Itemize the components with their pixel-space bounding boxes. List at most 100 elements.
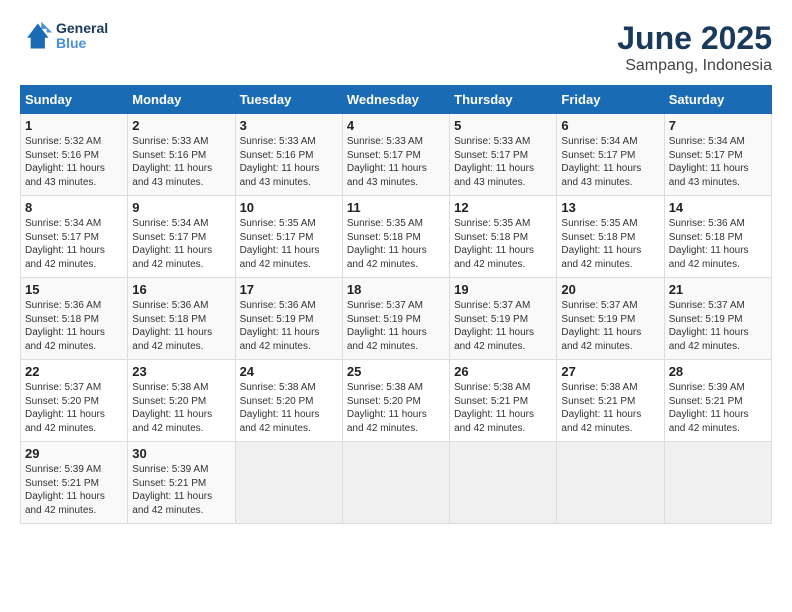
title-area: June 2025 Sampang, Indonesia [617, 20, 772, 75]
cell-info: Sunrise: 5:36 AMSunset: 5:19 PMDaylight:… [240, 300, 320, 352]
cell-info: Sunrise: 5:34 AMSunset: 5:17 PMDaylight:… [669, 136, 749, 188]
day-number: 11 [347, 200, 445, 215]
calendar-row-1: 1 Sunrise: 5:32 AMSunset: 5:16 PMDaylight… [21, 114, 772, 196]
calendar-cell-day-22: 22Sunrise: 5:37 AMSunset: 5:20 PMDayligh… [21, 360, 128, 442]
calendar-title: June 2025 [617, 20, 772, 57]
calendar-row-5: 29 Sunrise: 5:39 AMSunset: 5:21 PMDayligh… [21, 442, 772, 524]
calendar-cell-day-4: 4 Sunrise: 5:33 AMSunset: 5:17 PMDaylight… [342, 114, 449, 196]
header-tuesday: Tuesday [235, 86, 342, 114]
calendar-cell-empty [235, 442, 342, 524]
cell-info: Sunrise: 5:39 AMSunset: 5:21 PMDaylight:… [25, 464, 105, 516]
cell-info: Sunrise: 5:34 AMSunset: 5:17 PMDaylight:… [132, 218, 212, 270]
calendar-cell-day-5: 5 Sunrise: 5:33 AMSunset: 5:17 PMDaylight… [450, 114, 557, 196]
header-saturday: Saturday [664, 86, 771, 114]
day-number: 20 [561, 282, 659, 297]
day-number: 8 [25, 200, 123, 215]
day-number: 26 [454, 364, 552, 379]
calendar-cell-day-26: 26 Sunrise: 5:38 AMSunset: 5:21 PMDayligh… [450, 360, 557, 442]
logo-text: General Blue [56, 21, 108, 52]
logo-line1: General [56, 21, 108, 36]
calendar-cell-empty [450, 442, 557, 524]
calendar-cell-day-12: 12Sunrise: 5:35 AMSunset: 5:18 PMDayligh… [450, 196, 557, 278]
day-number: 7 [669, 118, 767, 133]
header-wednesday: Wednesday [342, 86, 449, 114]
calendar-cell-day-1: 1 Sunrise: 5:32 AMSunset: 5:16 PMDaylight… [21, 114, 128, 196]
day-number: 3 [240, 118, 338, 133]
cell-info: Sunrise: 5:38 AMSunset: 5:21 PMDaylight:… [561, 382, 641, 434]
day-number: 1 [25, 118, 123, 133]
day-number: 18 [347, 282, 445, 297]
header: General Blue June 2025 Sampang, Indonesi… [20, 20, 772, 75]
cell-info: Sunrise: 5:33 AMSunset: 5:16 PMDaylight:… [132, 136, 212, 188]
day-number: 2 [132, 118, 230, 133]
day-number: 6 [561, 118, 659, 133]
logo: General Blue [20, 20, 108, 52]
cell-info: Sunrise: 5:37 AMSunset: 5:20 PMDaylight:… [25, 382, 105, 434]
calendar-cell-day-9: 9 Sunrise: 5:34 AMSunset: 5:17 PMDaylight… [128, 196, 235, 278]
calendar-cell-day-20: 20 Sunrise: 5:37 AMSunset: 5:19 PMDayligh… [557, 278, 664, 360]
calendar-cell-day-28: 28 Sunrise: 5:39 AMSunset: 5:21 PMDayligh… [664, 360, 771, 442]
calendar-cell-day-3: 3 Sunrise: 5:33 AMSunset: 5:16 PMDaylight… [235, 114, 342, 196]
day-number: 24 [240, 364, 338, 379]
cell-info: Sunrise: 5:37 AMSunset: 5:19 PMDaylight:… [561, 300, 641, 352]
cell-info: Sunrise: 5:38 AMSunset: 5:21 PMDaylight:… [454, 382, 534, 434]
calendar-cell-day-23: 23 Sunrise: 5:38 AMSunset: 5:20 PMDayligh… [128, 360, 235, 442]
day-number: 29 [25, 446, 123, 461]
day-number: 9 [132, 200, 230, 215]
cell-info: Sunrise: 5:34 AMSunset: 5:17 PMDaylight:… [561, 136, 641, 188]
day-number: 25 [347, 364, 445, 379]
calendar-cell-day-11: 11Sunrise: 5:35 AMSunset: 5:18 PMDayligh… [342, 196, 449, 278]
cell-info: Sunrise: 5:34 AMSunset: 5:17 PMDaylight:… [25, 218, 105, 270]
weekday-header-row: Sunday Monday Tuesday Wednesday Thursday… [21, 86, 772, 114]
calendar-cell-day-24: 24 Sunrise: 5:38 AMSunset: 5:20 PMDayligh… [235, 360, 342, 442]
cell-info: Sunrise: 5:39 AMSunset: 5:21 PMDaylight:… [132, 464, 212, 516]
calendar-cell-day-2: 2 Sunrise: 5:33 AMSunset: 5:16 PMDaylight… [128, 114, 235, 196]
cell-info: Sunrise: 5:36 AMSunset: 5:18 PMDaylight:… [669, 218, 749, 270]
calendar-cell-empty [342, 442, 449, 524]
day-number: 13 [561, 200, 659, 215]
day-number: 19 [454, 282, 552, 297]
calendar-cell-day-18: 18Sunrise: 5:37 AMSunset: 5:19 PMDayligh… [342, 278, 449, 360]
calendar-cell-day-25: 25Sunrise: 5:38 AMSunset: 5:20 PMDayligh… [342, 360, 449, 442]
cell-info: Sunrise: 5:38 AMSunset: 5:20 PMDaylight:… [132, 382, 212, 434]
cell-info: Sunrise: 5:33 AMSunset: 5:16 PMDaylight:… [240, 136, 320, 188]
day-number: 21 [669, 282, 767, 297]
header-monday: Monday [128, 86, 235, 114]
cell-info: Sunrise: 5:39 AMSunset: 5:21 PMDaylight:… [669, 382, 749, 434]
cell-info: Sunrise: 5:37 AMSunset: 5:19 PMDaylight:… [454, 300, 534, 352]
cell-info: Sunrise: 5:36 AMSunset: 5:18 PMDaylight:… [25, 300, 105, 352]
calendar-cell-day-14: 14Sunrise: 5:36 AMSunset: 5:18 PMDayligh… [664, 196, 771, 278]
calendar-cell-day-15: 15Sunrise: 5:36 AMSunset: 5:18 PMDayligh… [21, 278, 128, 360]
day-number: 17 [240, 282, 338, 297]
calendar-cell-day-21: 21Sunrise: 5:37 AMSunset: 5:19 PMDayligh… [664, 278, 771, 360]
calendar-cell-day-16: 16 Sunrise: 5:36 AMSunset: 5:18 PMDayligh… [128, 278, 235, 360]
cell-info: Sunrise: 5:32 AMSunset: 5:16 PMDaylight:… [25, 136, 105, 188]
calendar-cell-day-29: 29 Sunrise: 5:39 AMSunset: 5:21 PMDayligh… [21, 442, 128, 524]
calendar-cell-day-13: 13 Sunrise: 5:35 AMSunset: 5:18 PMDayligh… [557, 196, 664, 278]
cell-info: Sunrise: 5:38 AMSunset: 5:20 PMDaylight:… [240, 382, 320, 434]
day-number: 16 [132, 282, 230, 297]
header-friday: Friday [557, 86, 664, 114]
day-number: 27 [561, 364, 659, 379]
calendar-cell-day-10: 10Sunrise: 5:35 AMSunset: 5:17 PMDayligh… [235, 196, 342, 278]
cell-info: Sunrise: 5:33 AMSunset: 5:17 PMDaylight:… [347, 136, 427, 188]
header-sunday: Sunday [21, 86, 128, 114]
calendar-cell-empty [557, 442, 664, 524]
cell-info: Sunrise: 5:33 AMSunset: 5:17 PMDaylight:… [454, 136, 534, 188]
calendar-row-4: 22Sunrise: 5:37 AMSunset: 5:20 PMDayligh… [21, 360, 772, 442]
calendar-subtitle: Sampang, Indonesia [617, 57, 772, 75]
day-number: 28 [669, 364, 767, 379]
day-number: 5 [454, 118, 552, 133]
day-number: 4 [347, 118, 445, 133]
calendar-cell-day-8: 8 Sunrise: 5:34 AMSunset: 5:17 PMDaylight… [21, 196, 128, 278]
cell-info: Sunrise: 5:35 AMSunset: 5:18 PMDaylight:… [561, 218, 641, 270]
day-number: 23 [132, 364, 230, 379]
cell-info: Sunrise: 5:36 AMSunset: 5:18 PMDaylight:… [132, 300, 212, 352]
cell-info: Sunrise: 5:35 AMSunset: 5:17 PMDaylight:… [240, 218, 320, 270]
cell-info: Sunrise: 5:35 AMSunset: 5:18 PMDaylight:… [454, 218, 534, 270]
calendar-cell-day-17: 17 Sunrise: 5:36 AMSunset: 5:19 PMDayligh… [235, 278, 342, 360]
calendar-table: Sunday Monday Tuesday Wednesday Thursday… [20, 85, 772, 524]
day-number: 30 [132, 446, 230, 461]
calendar-cell-empty [664, 442, 771, 524]
calendar-cell-day-7: 7 Sunrise: 5:34 AMSunset: 5:17 PMDaylight… [664, 114, 771, 196]
